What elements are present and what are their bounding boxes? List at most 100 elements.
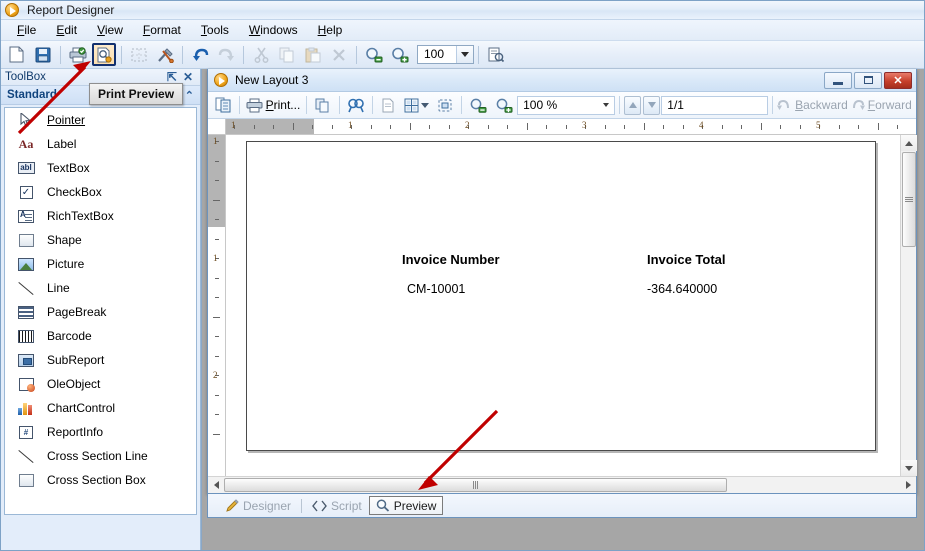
- menu-item-tools[interactable]: Tools: [191, 21, 239, 40]
- minimize-button[interactable]: [824, 72, 852, 89]
- menu-item-edit[interactable]: Edit: [46, 21, 87, 40]
- print-button[interactable]: [66, 43, 90, 66]
- chartcontrol-icon: [15, 402, 37, 415]
- toolbox-item-cross-section-line[interactable]: Cross Section Line: [5, 444, 196, 468]
- pointer-icon: [15, 113, 37, 128]
- menu-item-format[interactable]: Format: [133, 21, 191, 40]
- previous-page-button[interactable]: [624, 96, 641, 115]
- chevron-up-icon[interactable]: ⌃: [185, 89, 194, 102]
- print-button[interactable]: Print...: [245, 94, 301, 116]
- toolbox-item-pagebreak[interactable]: PageBreak: [5, 300, 196, 324]
- zoom-out-button[interactable]: [467, 94, 491, 116]
- undo-button[interactable]: [188, 43, 212, 66]
- single-page-button[interactable]: [378, 94, 400, 116]
- page-color-button[interactable]: [434, 94, 456, 116]
- menu-item-file[interactable]: FFileile: [7, 21, 46, 40]
- scroll-down-button[interactable]: [901, 460, 917, 476]
- find-button[interactable]: [345, 94, 367, 116]
- child-title-bar: New Layout 3 ✕: [208, 69, 916, 92]
- pin-icon[interactable]: ⇱: [164, 70, 180, 84]
- pencil-icon: [225, 499, 239, 513]
- preview-zoom-combo[interactable]: 100 %: [517, 96, 614, 115]
- tab-preview[interactable]: Preview: [369, 496, 444, 515]
- ruler-margin-shade: [226, 119, 314, 134]
- preview-body: 112345 112 Invoice Number Invoice Total …: [208, 119, 916, 493]
- toolbox-item-subreport[interactable]: SubReport: [5, 348, 196, 372]
- ruler-tick: [780, 125, 781, 129]
- horizontal-scrollbar[interactable]: [208, 476, 916, 493]
- document-map-icon: [215, 97, 231, 113]
- zoom-in-button[interactable]: [388, 43, 412, 66]
- new-document-button[interactable]: [5, 43, 29, 66]
- tab-script[interactable]: Script: [305, 496, 369, 515]
- redo-button[interactable]: [214, 43, 238, 66]
- zoom-value[interactable]: 100: [418, 46, 456, 63]
- toolbox-item-oleobject[interactable]: OleObject: [5, 372, 196, 396]
- save-button[interactable]: [31, 43, 55, 66]
- tab-designer[interactable]: Designer: [218, 496, 298, 515]
- toolbox-item-shape[interactable]: Shape: [5, 228, 196, 252]
- copy-button[interactable]: [275, 43, 299, 66]
- tab-label: Script: [331, 499, 362, 513]
- close-button[interactable]: ✕: [884, 72, 912, 89]
- toolbox-item-reportinfo[interactable]: # ReportInfo: [5, 420, 196, 444]
- zoom-dropdown-button[interactable]: [456, 46, 473, 63]
- zoom-combo[interactable]: 100: [417, 45, 474, 64]
- cut-button[interactable]: [249, 43, 273, 66]
- multi-page-button[interactable]: [402, 94, 432, 116]
- paste-button[interactable]: [301, 43, 325, 66]
- reportinfo-icon: #: [15, 426, 37, 439]
- page-setup-button[interactable]: [484, 43, 508, 66]
- menu-item-help[interactable]: Help: [308, 21, 353, 40]
- preview-zoom-value[interactable]: 100 %: [523, 98, 602, 112]
- menu-item-view[interactable]: View: [87, 21, 133, 40]
- document-map-button[interactable]: [212, 94, 234, 116]
- toolbox-item-picture[interactable]: Picture: [5, 252, 196, 276]
- toolbox-item-textbox[interactable]: abl TextBox: [5, 156, 196, 180]
- column-value: CM-10001: [407, 282, 465, 296]
- toolbox-item-chartcontrol[interactable]: ChartControl: [5, 396, 196, 420]
- zoom-in-button[interactable]: [492, 94, 516, 116]
- shape-icon: [15, 234, 37, 247]
- preview-separator: [239, 96, 240, 114]
- restore-button[interactable]: [854, 72, 882, 89]
- backward-button[interactable]: Backward: [777, 94, 847, 116]
- toolbox-item-label: Label: [47, 137, 76, 151]
- next-page-button[interactable]: [643, 96, 660, 115]
- toolbox-item-richtextbox[interactable]: RichTextBox: [5, 204, 196, 228]
- label-icon: Aa: [15, 137, 37, 152]
- toolbox-item-barcode[interactable]: Barcode: [5, 324, 196, 348]
- chevron-down-icon[interactable]: [603, 103, 609, 107]
- vertical-scrollbar[interactable]: [900, 135, 916, 476]
- toolbar-separator: [478, 46, 479, 64]
- zoom-out-button[interactable]: [362, 43, 386, 66]
- toolbox-item-line[interactable]: Line: [5, 276, 196, 300]
- grip-icon: [473, 481, 479, 489]
- delete-button[interactable]: [327, 43, 351, 66]
- arrow-left-icon: [214, 481, 219, 489]
- toolbox-item-label: ChartControl: [47, 401, 115, 415]
- toolbox-item-cross-section-box[interactable]: Cross Section Box: [5, 468, 196, 492]
- tools-button[interactable]: [153, 43, 177, 66]
- grid-button[interactable]: [127, 43, 151, 66]
- menu-item-windows[interactable]: Windows: [239, 21, 308, 40]
- copy-button[interactable]: [312, 94, 334, 116]
- scroll-up-button[interactable]: [901, 135, 917, 151]
- ruler-number: 3: [582, 120, 587, 130]
- delete-icon: [332, 48, 346, 62]
- ruler-tick: [215, 414, 219, 415]
- horizontal-scroll-thumb[interactable]: [224, 478, 727, 492]
- toolbox-item-label[interactable]: Aa Label: [5, 132, 196, 156]
- ruler-tick: [507, 125, 508, 129]
- print-preview-button[interactable]: [92, 43, 116, 66]
- forward-button[interactable]: Forward: [850, 94, 912, 116]
- scroll-left-button[interactable]: [208, 477, 224, 493]
- close-icon[interactable]: ✕: [180, 70, 196, 84]
- chevron-down-icon[interactable]: [421, 103, 429, 108]
- scroll-right-button[interactable]: [900, 477, 916, 493]
- vertical-scroll-thumb[interactable]: [902, 152, 916, 247]
- undo-icon: [192, 47, 209, 62]
- toolbox-item-pointer[interactable]: Pointer: [5, 108, 196, 132]
- multi-page-icon: [404, 98, 419, 113]
- toolbox-item-checkbox[interactable]: ✓ CheckBox: [5, 180, 196, 204]
